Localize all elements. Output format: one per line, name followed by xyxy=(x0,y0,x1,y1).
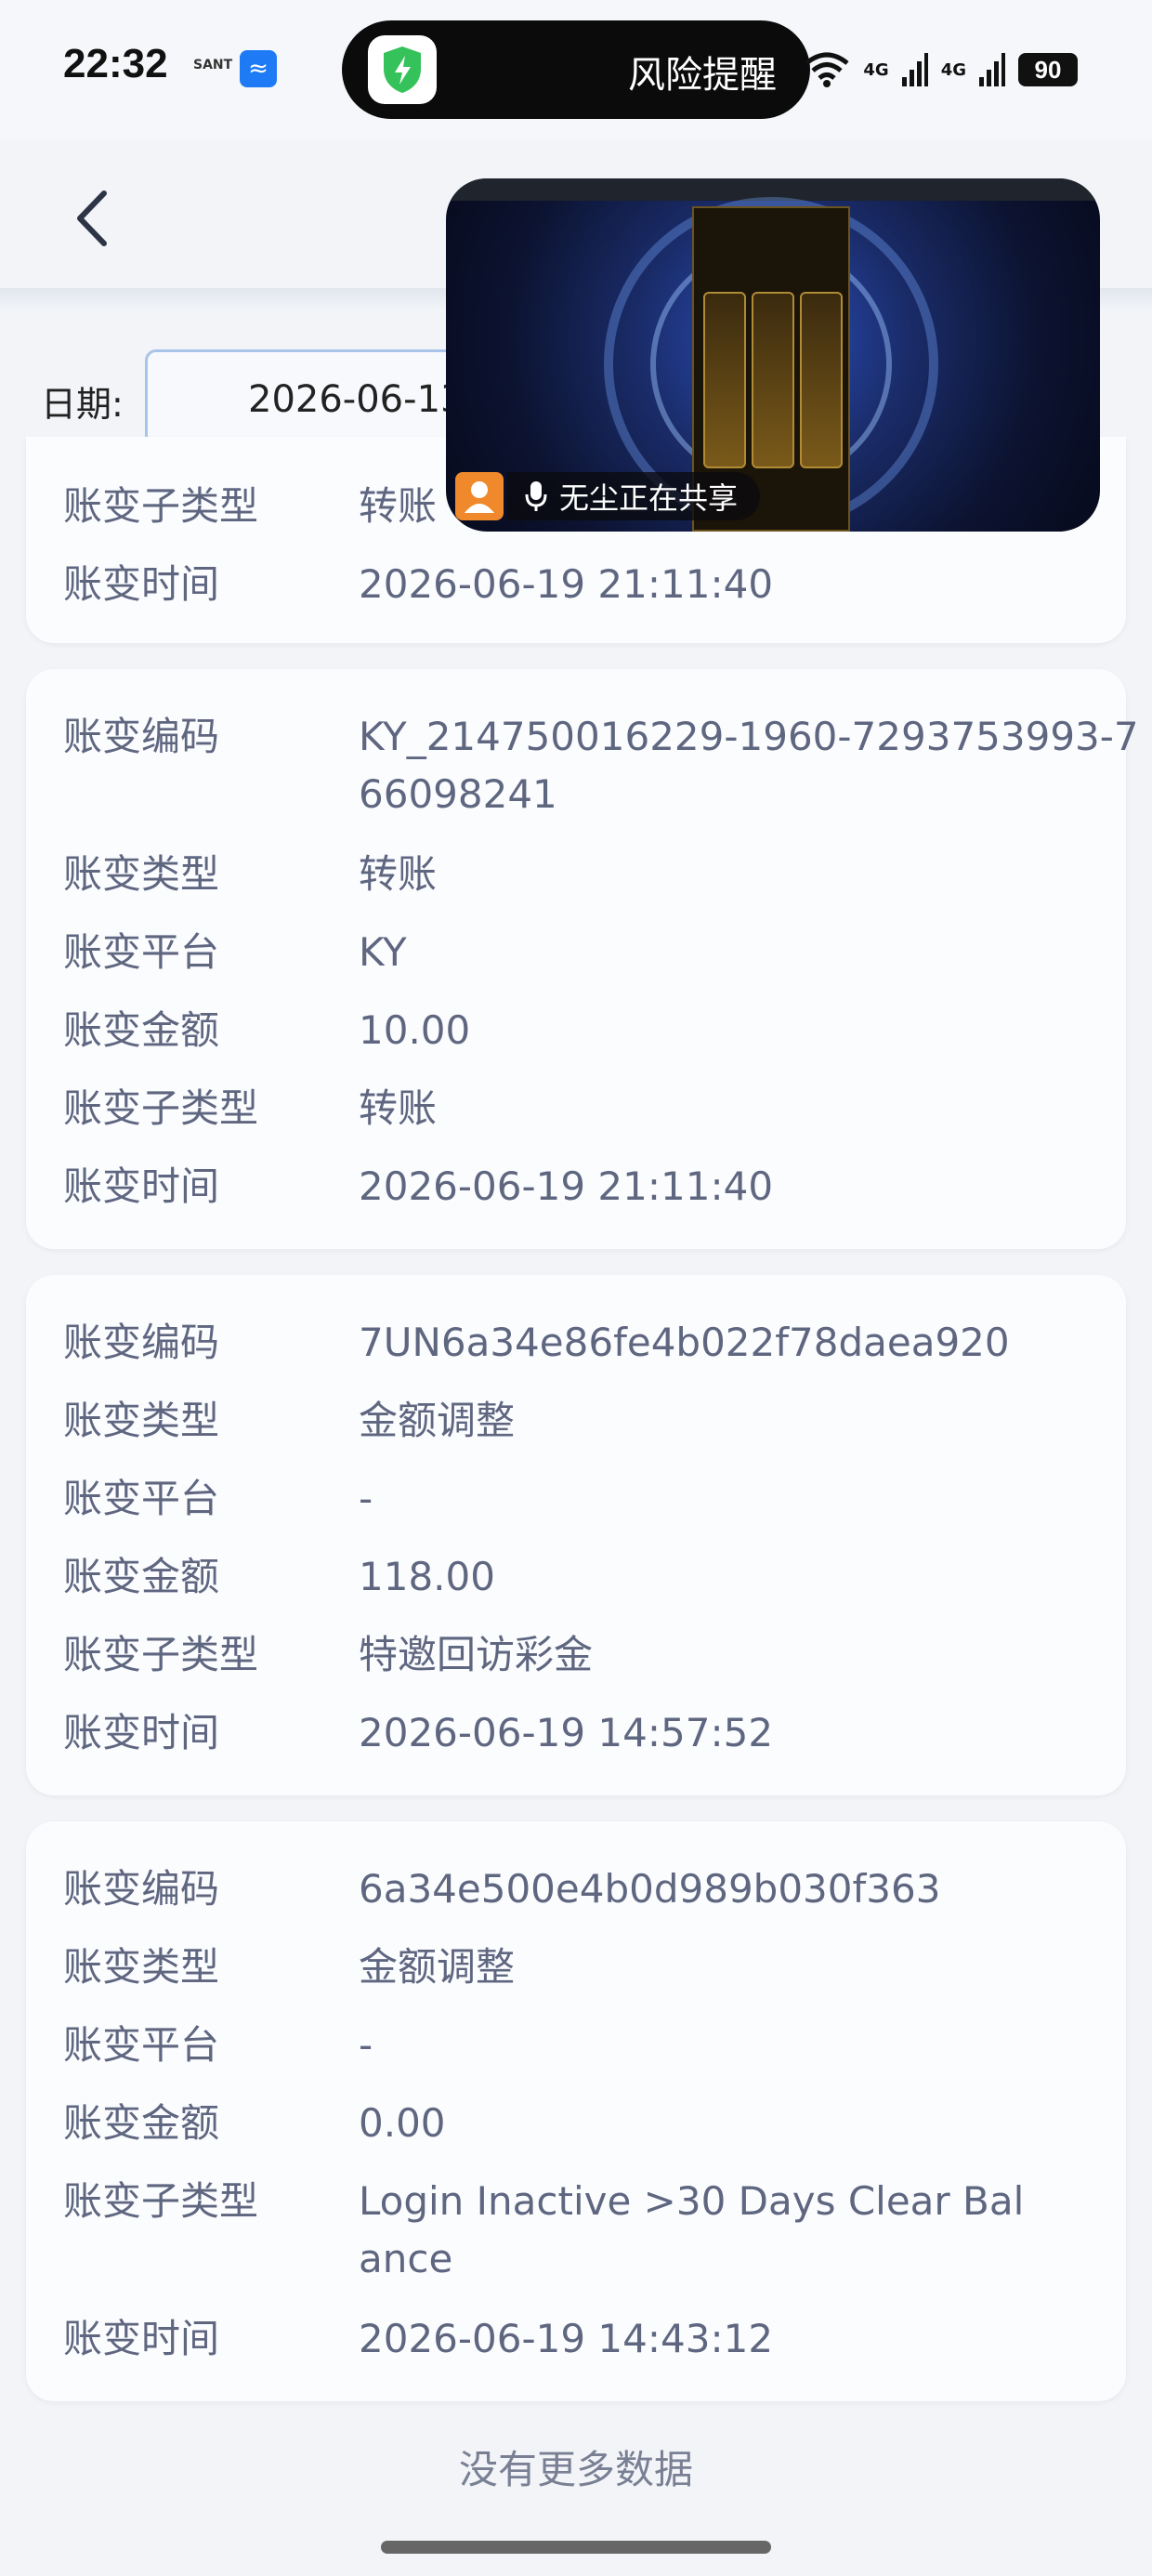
record-value: 金额调整 xyxy=(359,1398,516,1443)
home-indicator[interactable] xyxy=(381,2541,771,2554)
record-card: 账变编码 6a34e500e4b0d989b030f363 账变类型 金额调整 … xyxy=(26,1821,1126,2401)
record-value: - xyxy=(359,1476,373,1521)
record-value: 转账 xyxy=(359,1085,438,1131)
record-key: 账变子类型 xyxy=(63,483,259,529)
record-value: 0.00 xyxy=(359,2100,446,2146)
record-key: 账变时间 xyxy=(63,1710,220,1755)
record-key: 账变子类型 xyxy=(63,1632,259,1677)
app-notification-icon: ≈ xyxy=(240,50,277,87)
no-more-data-label: 没有更多数据 xyxy=(458,2447,693,2492)
record-value: 6a34e500e4b0d989b030f363 xyxy=(359,1866,941,1912)
record-value: 转账 xyxy=(359,851,438,897)
record-key: 账变子类型 xyxy=(63,1085,259,1131)
status-right-icons: 4G 4G 90 xyxy=(804,48,1078,91)
pip-game-card xyxy=(752,292,794,468)
record-key: 账变金额 xyxy=(63,1554,220,1599)
pip-game-card xyxy=(800,292,843,468)
date-filter-value: 2026-06-13 xyxy=(248,378,465,421)
signal-icon xyxy=(979,53,1005,86)
shield-bolt-icon xyxy=(368,35,437,104)
record-key: 账变平台 xyxy=(63,2022,220,2068)
record-key: 账变时间 xyxy=(63,2316,220,2361)
record-key: 账变类型 xyxy=(63,1398,220,1443)
record-key: 账变金额 xyxy=(63,2100,220,2146)
record-key: 账变金额 xyxy=(63,1007,220,1053)
screen-share-status: 无尘正在共享 xyxy=(507,472,761,520)
record-key: 账变编码 xyxy=(63,1320,220,1365)
pip-game-card xyxy=(703,292,746,468)
screen-share-pip-window[interactable]: 无尘正在共享 xyxy=(446,178,1100,532)
record-key: 账变类型 xyxy=(63,1944,220,1990)
record-key: 账变编码 xyxy=(63,1866,220,1912)
record-value: 2026-06-19 21:11:40 xyxy=(359,1163,774,1209)
record-value: KY xyxy=(359,929,407,975)
record-key: 账变平台 xyxy=(63,929,220,975)
record-value: - xyxy=(359,2022,373,2068)
mic-icon xyxy=(525,481,547,511)
status-bar: 22:32 SANT ≈ 风险提醒 4G 4G 90 xyxy=(0,0,1152,139)
record-value: 特邀回访彩金 xyxy=(359,1632,594,1677)
record-key: 账变编码 xyxy=(63,714,220,759)
record-value: 7UN6a34e86fe4b022f78daea920 xyxy=(359,1320,1010,1365)
network-4g-label-2: 4G xyxy=(940,59,966,80)
chevron-left-icon xyxy=(77,191,107,246)
record-value: 2026-06-19 14:43:12 xyxy=(359,2316,774,2361)
record-value: KY_214750016229-1960-7293753993-76609824… xyxy=(359,714,1139,817)
record-card: 账变编码 KY_214750016229-1960-7293753993-766… xyxy=(26,669,1139,1249)
person-icon xyxy=(455,472,504,520)
signal-icon xyxy=(901,53,928,86)
record-value: Login Inactive >30 Days Clear Balance xyxy=(359,2178,1025,2281)
record-value: 10.00 xyxy=(359,1007,471,1053)
wifi-icon xyxy=(805,52,849,87)
record-key: 账变类型 xyxy=(63,851,220,897)
record-value: 2026-06-19 14:57:52 xyxy=(359,1710,774,1755)
screen-share-label: 无尘正在共享 xyxy=(559,480,739,516)
back-button[interactable] xyxy=(67,186,119,251)
record-value: 2026-06-19 21:11:40 xyxy=(359,561,774,607)
record-key: 账变平台 xyxy=(63,1476,220,1521)
status-time: 22:32 xyxy=(63,41,168,86)
dynamic-island-risk-alert[interactable]: 风险提醒 xyxy=(342,20,810,119)
date-filter-label: 日期: xyxy=(41,384,124,425)
network-4g-label-1: 4G xyxy=(863,59,889,80)
sant-notification-icon: SANT xyxy=(193,58,233,72)
record-value: 金额调整 xyxy=(359,1944,516,1990)
record-key: 账变子类型 xyxy=(63,2178,259,2224)
risk-alert-label: 风险提醒 xyxy=(628,54,777,97)
record-value: 118.00 xyxy=(359,1554,495,1599)
record-key: 账变时间 xyxy=(63,561,220,607)
record-key: 账变时间 xyxy=(63,1163,220,1209)
record-card: 账变编码 7UN6a34e86fe4b022f78daea920 账变类型 金额… xyxy=(26,1275,1126,1795)
battery-indicator: 90 xyxy=(1018,53,1078,86)
